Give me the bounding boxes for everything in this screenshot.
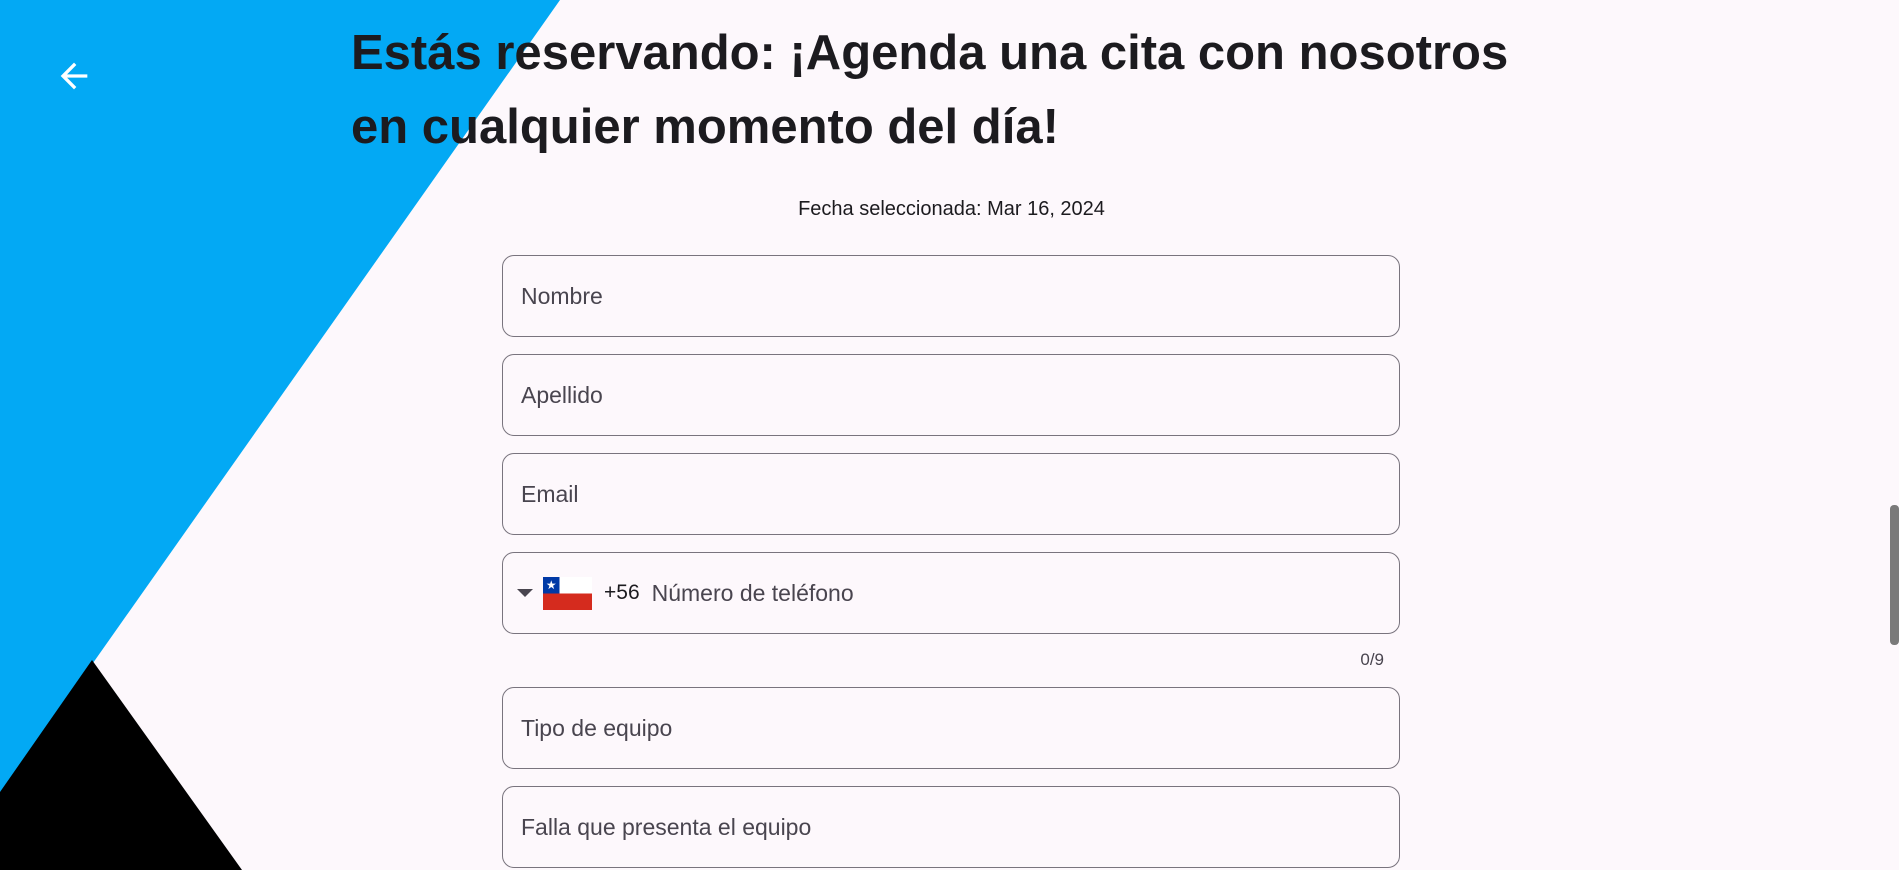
falla-input[interactable]: [521, 813, 1399, 841]
apellido-input[interactable]: [521, 381, 1399, 409]
chile-flag-icon: [543, 576, 592, 610]
dial-code: +56: [604, 581, 640, 604]
country-code-selector[interactable]: +56: [517, 576, 640, 610]
nombre-field[interactable]: [502, 255, 1400, 337]
email-field[interactable]: [502, 453, 1400, 535]
selected-date-label: Fecha seleccionada: Mar 16, 2024: [798, 198, 1105, 220]
falla-field[interactable]: [502, 786, 1400, 868]
email-input[interactable]: [521, 480, 1399, 508]
dropdown-arrow-icon: [517, 588, 533, 598]
apellido-field[interactable]: [502, 354, 1400, 436]
phone-char-counter: 0/9: [1360, 650, 1384, 669]
page-title: Estás reservando: ¡Agenda una cita con n…: [351, 26, 1509, 154]
tipo-equipo-input[interactable]: [521, 714, 1399, 742]
nombre-input[interactable]: [521, 282, 1399, 310]
tipo-equipo-field[interactable]: [502, 687, 1400, 769]
phone-field[interactable]: +56: [502, 552, 1400, 634]
back-button[interactable]: [44, 52, 104, 100]
arrow-left-icon: [60, 62, 88, 90]
scrollbar-thumb[interactable]: [1890, 505, 1899, 645]
booking-page: Estás reservando: ¡Agenda una cita con n…: [0, 0, 1899, 870]
phone-number-input[interactable]: [651, 579, 1399, 607]
